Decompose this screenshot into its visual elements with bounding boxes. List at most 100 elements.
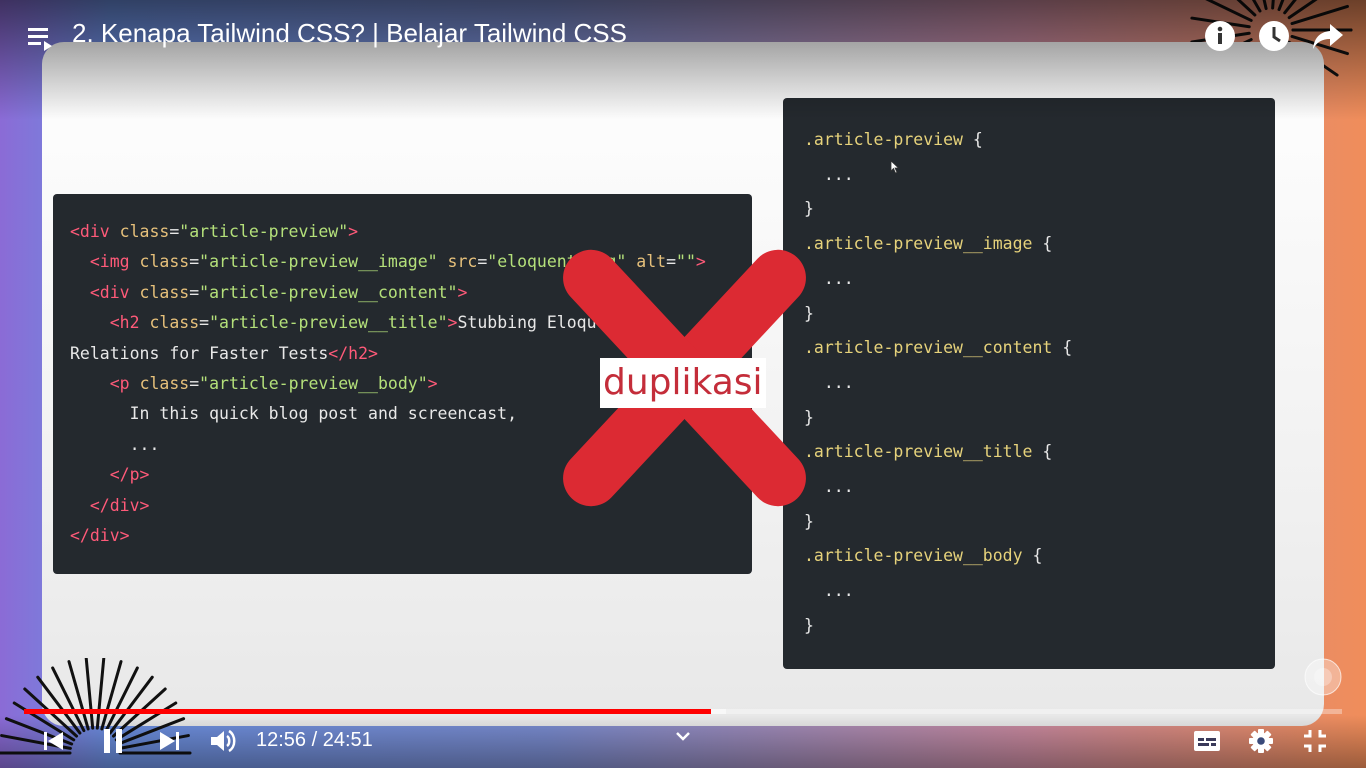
code-token: ... xyxy=(823,372,854,392)
code-line: <div class="article-preview__content"> xyxy=(70,282,468,302)
code-token: > xyxy=(348,222,359,241)
time-display: 12:56 / 24:51 xyxy=(256,729,373,752)
code-token: { xyxy=(1032,546,1043,566)
video-title[interactable]: 2. Kenapa Tailwind CSS? | Belajar Tailwi… xyxy=(72,18,627,49)
code-token: .article-preview__body xyxy=(804,546,1033,566)
total-time: 24:51 xyxy=(322,729,373,751)
code-token: > xyxy=(457,282,468,302)
code-line: Relations for Faster Tests</h2> xyxy=(70,344,378,363)
playlist-icon[interactable] xyxy=(28,26,56,52)
code-token: = xyxy=(199,313,210,333)
info-icon[interactable] xyxy=(1204,20,1236,52)
code-token: { xyxy=(1062,338,1073,358)
share-icon[interactable] xyxy=(1312,22,1344,50)
code-line: } xyxy=(804,199,814,218)
code-token: class xyxy=(149,313,200,333)
code-token: <h2 xyxy=(109,313,150,333)
code-line: </div> xyxy=(70,495,150,515)
code-token: ... xyxy=(823,477,854,496)
code-token: { xyxy=(1042,442,1053,462)
volume-icon[interactable] xyxy=(209,728,237,754)
css-code-block: .article-preview { ...} .article-preview_… xyxy=(783,98,1275,669)
progress-played xyxy=(24,709,711,714)
code-token: = xyxy=(189,252,200,272)
pause-icon[interactable] xyxy=(101,728,125,754)
subtitles-icon[interactable] xyxy=(1193,729,1221,753)
code-line: ... xyxy=(804,477,854,496)
code-line: ... xyxy=(804,581,854,600)
code-token: ... xyxy=(823,164,854,184)
gear-icon[interactable] xyxy=(1248,728,1274,754)
current-time: 12:56 xyxy=(256,729,307,751)
code-line: .article-preview { xyxy=(804,130,983,149)
code-token: } xyxy=(804,511,814,531)
skip-previous-icon[interactable] xyxy=(42,730,66,752)
code-token: class xyxy=(139,374,190,393)
code-token: .article-preview__title xyxy=(804,442,1043,462)
clock-icon[interactable] xyxy=(1258,20,1290,52)
code-token: In this quick blog post and screencast, xyxy=(129,404,518,424)
code-line: ... xyxy=(804,269,854,288)
code-token: } xyxy=(804,615,814,635)
code-line: ... xyxy=(804,165,854,184)
exit-fullscreen-icon[interactable] xyxy=(1303,729,1327,753)
code-token: "article-preview__title" xyxy=(209,313,448,333)
code-token: = xyxy=(189,374,200,393)
code-token: = xyxy=(169,222,180,241)
code-token: ... xyxy=(129,434,160,454)
code-token: </div> xyxy=(70,526,130,545)
code-line: .article-preview__body { xyxy=(804,546,1042,565)
code-line: .article-preview__image { xyxy=(804,234,1052,253)
code-line: <h2 class="article-preview__title">Stubb… xyxy=(70,313,627,333)
code-token: "article-preview__content" xyxy=(199,282,458,302)
mouse-cursor-icon xyxy=(890,160,900,174)
code-line: ... xyxy=(70,434,160,454)
code-token: ... xyxy=(823,581,854,601)
code-line: </div> xyxy=(70,526,130,545)
progress-bar[interactable] xyxy=(24,709,1342,714)
code-token: } xyxy=(804,199,814,219)
code-token: class xyxy=(139,252,190,272)
code-token: <div xyxy=(89,282,140,302)
code-token: src xyxy=(447,252,478,272)
code-line: In this quick blog post and screencast, xyxy=(70,404,517,423)
code-line: .article-preview__title { xyxy=(804,442,1052,461)
code-token: <img xyxy=(89,252,140,272)
code-token: </div> xyxy=(89,495,150,515)
chevron-down-icon[interactable] xyxy=(675,731,691,743)
code-token: = xyxy=(189,282,200,302)
code-token: { xyxy=(1042,234,1053,254)
code-token: "article-preview__image" xyxy=(199,252,448,272)
code-line: ... xyxy=(804,373,854,392)
code-token: ... xyxy=(823,268,854,288)
code-line: <p class="article-preview__body"> xyxy=(70,374,438,393)
code-token: .article-preview__image xyxy=(804,234,1043,254)
code-token: class xyxy=(139,282,190,302)
code-token: <div xyxy=(70,222,120,241)
code-token: Relations for Faster Tests xyxy=(70,343,329,363)
code-line: } xyxy=(804,512,814,531)
code-token: </p> xyxy=(109,465,150,485)
code-token: > xyxy=(427,374,438,393)
code-token: class xyxy=(119,222,170,241)
code-line: </p> xyxy=(70,465,150,484)
time-separator: / xyxy=(306,729,323,751)
code-line: <div class="article-preview"> xyxy=(70,222,358,241)
code-token: .article-preview xyxy=(804,130,973,149)
code-line: .article-preview__content { xyxy=(804,338,1072,357)
channel-watermark-icon[interactable] xyxy=(1304,658,1342,696)
skip-next-icon[interactable] xyxy=(157,730,181,752)
video-slide: <div class="article-preview"> <img class… xyxy=(42,42,1324,726)
code-token: .article-preview__content xyxy=(804,338,1063,358)
code-line: } xyxy=(804,616,814,635)
code-token: "article-preview__body" xyxy=(199,374,428,393)
